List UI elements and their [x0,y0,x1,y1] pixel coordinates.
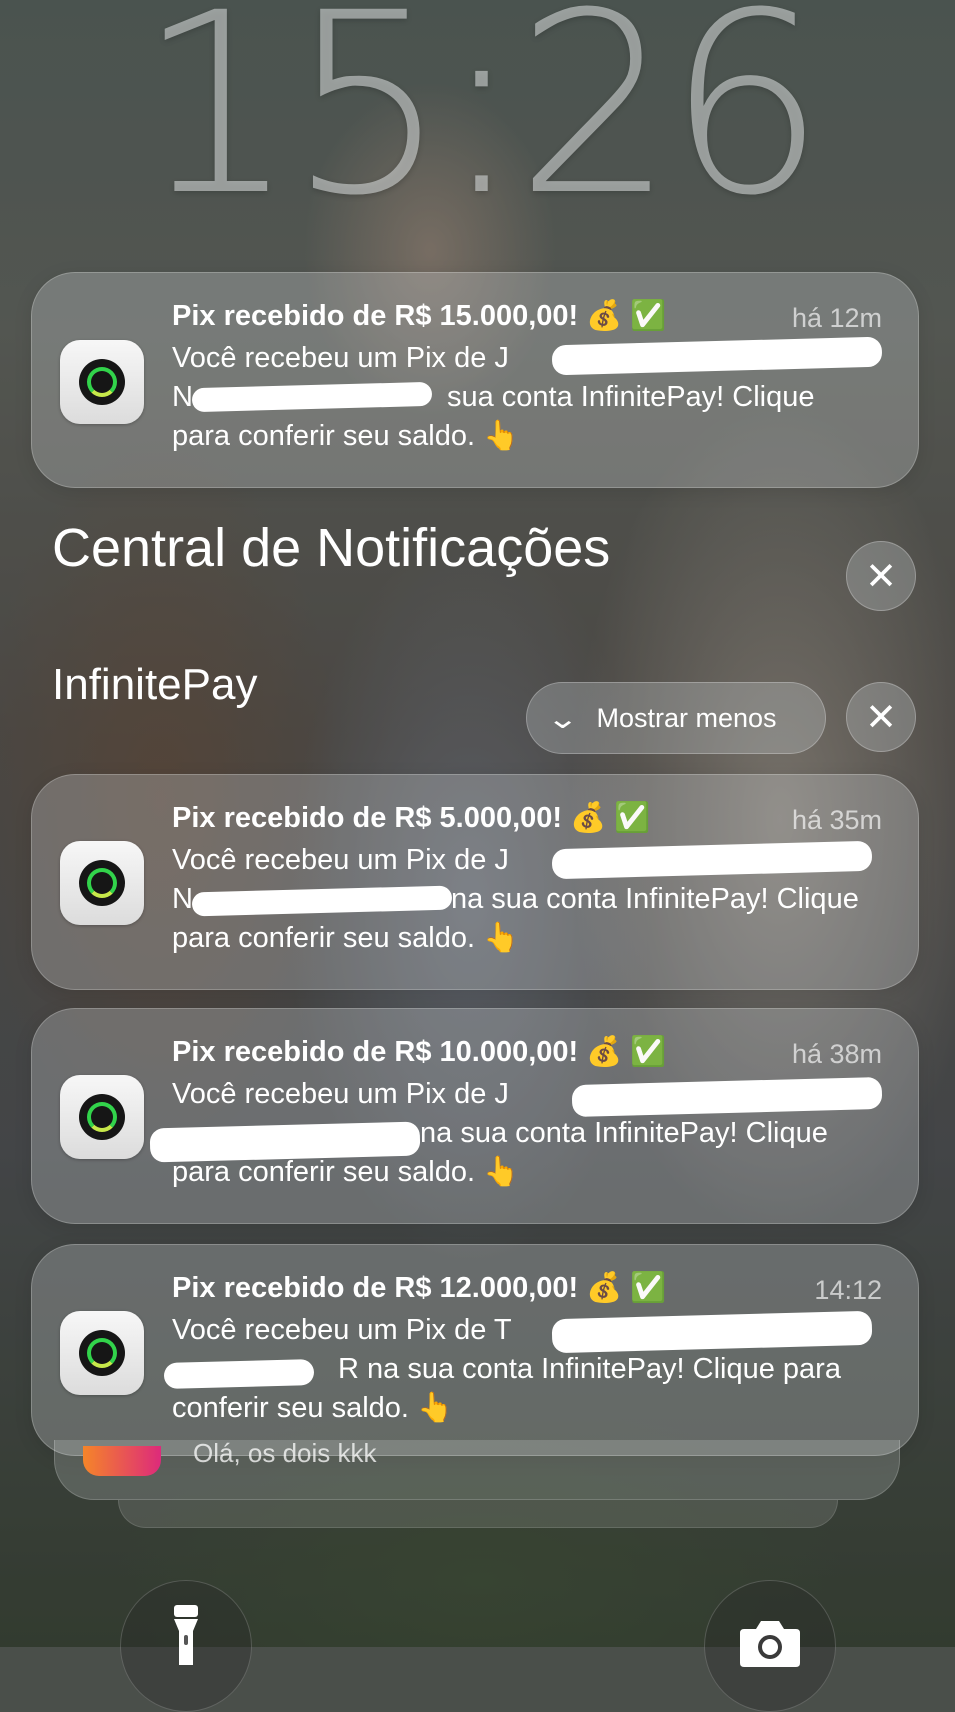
flashlight-button[interactable] [120,1580,252,1712]
notification-title: Pix recebido de R$ 12.000,00! 💰 ✅ [172,1272,667,1304]
notification-card[interactable]: Pix recebido de R$ 10.000,00! 💰 ✅ há 38m… [31,1008,919,1224]
notification-title: Pix recebido de R$ 10.000,00! 💰 ✅ [172,1036,667,1068]
redaction-mark [149,1121,421,1163]
notification-group-name: InfinitePay [52,660,258,709]
notification-card[interactable]: Pix recebido de R$ 12.000,00! 💰 ✅ 14:12 … [31,1244,919,1456]
infinitepay-app-icon [60,841,144,925]
stacked-notification[interactable]: Olá, os dois kkk [54,1438,900,1500]
camera-button[interactable] [704,1580,836,1712]
infinitepay-app-icon [60,1075,144,1159]
notification-time: há 12m [791,303,882,333]
instagram-app-icon [83,1446,161,1476]
infinitepay-app-icon [60,340,144,424]
close-icon: ✕ [865,554,897,598]
notification-time: há 38m [791,1039,882,1069]
show-less-button[interactable]: ⌄ Mostrar menos [526,682,826,754]
notification-time: há 35m [791,805,882,835]
notification-card-top[interactable]: Pix recebido de R$ 15.000,00! 💰 ✅ há 12m… [31,272,919,488]
clear-group-button[interactable]: ✕ [846,682,916,752]
notification-card[interactable]: Pix recebido de R$ 5.000,00! 💰 ✅ há 35m … [31,774,919,990]
flashlight-icon [174,1605,198,1665]
camera-icon [740,1621,800,1667]
notification-body-line3: para conferir seu saldo. 👆 [172,922,520,954]
redaction-mark [163,1359,315,1389]
notification-title: Pix recebido de R$ 5.000,00! 💰 ✅ [172,802,651,834]
notification-body-line3: conferir seu saldo. 👆 [172,1392,454,1424]
chevron-down-icon: ⌄ [546,701,580,735]
notification-time: 14:12 [814,1275,882,1305]
notification-body-line3: para conferir seu saldo. 👆 [172,420,520,452]
close-icon: ✕ [865,695,897,739]
notification-center-title: Central de Notificações [52,518,611,578]
stacked-notification-shadow [118,1500,838,1528]
infinitepay-app-icon [60,1311,144,1395]
show-less-label: Mostrar menos [596,702,777,733]
lock-screen-clock: 15:26 [137,0,825,250]
notification-title: Pix recebido de R$ 15.000,00! 💰 ✅ [172,300,667,332]
stacked-notification-text: Olá, os dois kkk [193,1438,377,1468]
clear-all-button[interactable]: ✕ [846,541,916,611]
